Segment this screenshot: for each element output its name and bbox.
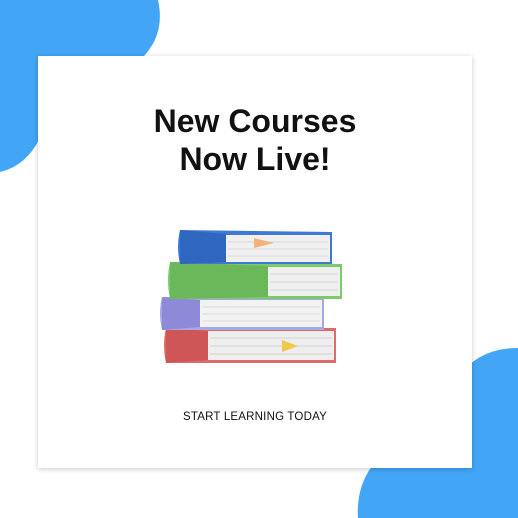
blue-book xyxy=(178,230,332,264)
headline: New Courses Now Live! xyxy=(38,102,472,178)
stack-of-books-icon xyxy=(160,230,342,363)
headline-line-2: Now Live! xyxy=(179,141,331,177)
green-book xyxy=(168,262,342,299)
promo-banner: New Courses Now Live! START LEARNING TOD… xyxy=(0,0,518,518)
start-learning-link[interactable]: START LEARNING TODAY xyxy=(38,411,472,423)
red-book xyxy=(164,328,336,363)
promo-card: New Courses Now Live! START LEARNING TOD… xyxy=(38,56,472,468)
headline-line-1: New Courses xyxy=(153,103,357,139)
lavender-book xyxy=(160,297,324,330)
